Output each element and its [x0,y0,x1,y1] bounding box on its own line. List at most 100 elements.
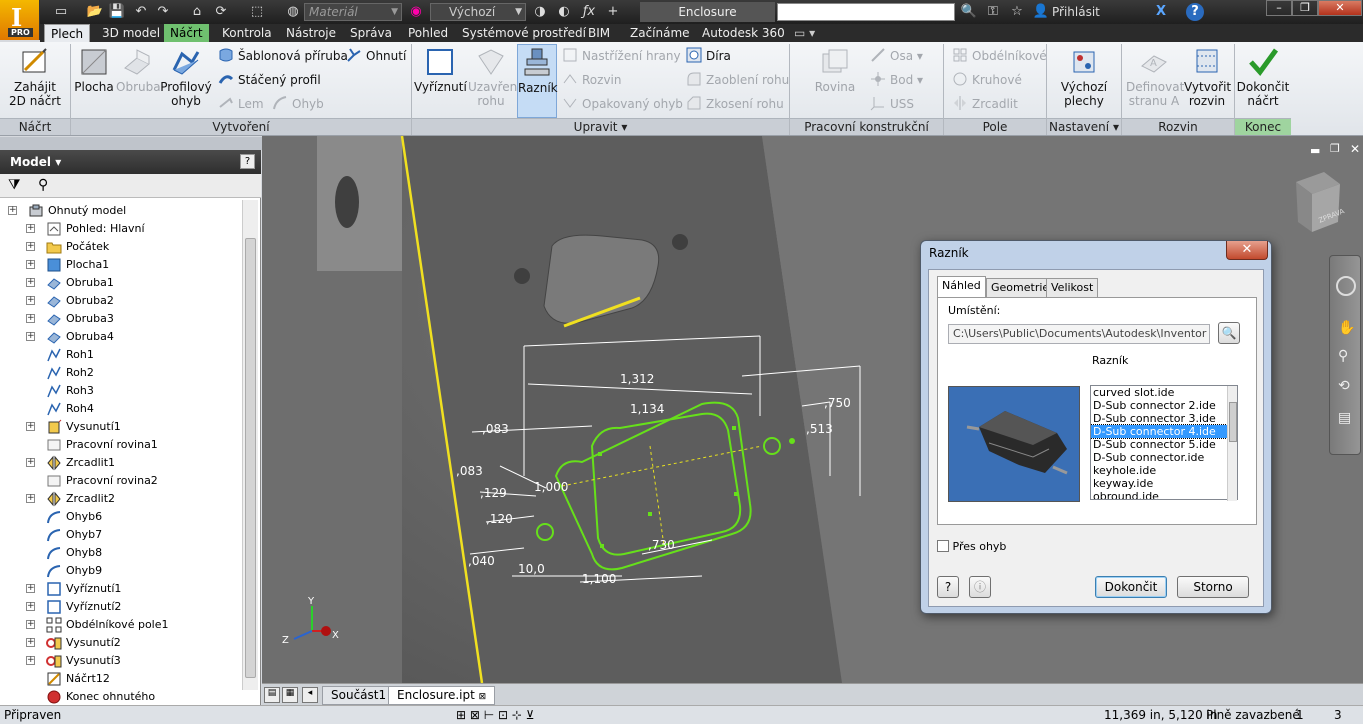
file-list-item[interactable]: keyhole.ide [1091,464,1237,477]
tree-item[interactable]: + Vyříznutí1 [0,580,240,598]
sheet-metal-defaults-button[interactable]: Výchozí plechy [1058,44,1110,116]
expand-icon[interactable]: + [26,458,35,467]
start-2d-sketch-button[interactable]: Zahájit 2D náčrt [6,44,64,116]
tab-sketch[interactable]: Náčrt [164,24,209,42]
tree-item[interactable]: Konec ohnutého [0,688,240,706]
search-icon[interactable]: 🔍 [960,3,978,21]
dimension-label[interactable]: ,750 [824,396,851,410]
tree-item[interactable]: + Ohnutý model [0,202,240,220]
expand-icon[interactable]: + [8,206,17,215]
plane-button[interactable]: Rovina [812,44,858,116]
point-button[interactable]: Bod ▾ [870,70,923,90]
favorite-icon[interactable]: ☆ [1008,3,1026,21]
grid-icon[interactable]: ▦ [282,687,298,703]
tree-item[interactable]: + Plocha1 [0,256,240,274]
contour-flange-button[interactable]: Profilový ohyb [160,44,212,116]
find-icon[interactable]: ⚲ [38,177,48,193]
corner-chamfer-button[interactable]: Zkosení rohu [686,94,784,114]
tile-icon[interactable]: ▤ [264,687,280,703]
cancel-button[interactable]: Storno [1177,576,1249,598]
corner-seam-button[interactable]: Uzavření rohu [468,44,521,116]
appearance-combo[interactable]: Výchozí ▼ [430,3,526,21]
dimension-label[interactable]: ,083 [482,422,509,436]
tree-item[interactable]: + Vysunutí2 [0,634,240,652]
tree-item[interactable]: Roh1 [0,346,240,364]
tree-item[interactable]: + Obruba4 [0,328,240,346]
face-button[interactable]: Plocha [74,44,114,116]
help-icon[interactable]: ? [240,154,255,169]
help-icon[interactable]: ? [1186,3,1204,21]
dimension-label[interactable]: 1,100 [582,572,616,586]
dialog-help-button[interactable]: ? [937,576,959,598]
flange-button[interactable]: Obruba [116,44,161,116]
expand-icon[interactable]: + [26,638,35,647]
dialog-info-button[interactable]: ⓘ [969,576,991,598]
tab-inspect[interactable]: Kontrola [216,24,278,42]
new-icon[interactable]: ▭ [52,3,70,21]
across-bend-row[interactable]: Přes ohyb [937,540,1006,553]
group-modify-title[interactable]: Upravit ▾ [412,118,789,135]
tree-item[interactable]: + Obdélníkové pole1 [0,616,240,634]
circular-pattern-button[interactable]: Kruhové [952,70,1022,90]
dimension-label[interactable]: ,730 [648,538,675,552]
location-field[interactable]: C:\Users\Public\Documents\Autodesk\Inven… [948,324,1210,344]
save-icon[interactable]: 💾 [108,3,126,21]
redo-icon[interactable]: ↷ [154,3,172,21]
tree-item[interactable]: Náčrt12 [0,670,240,688]
bend-button[interactable]: Ohyb [272,94,324,114]
app-logo[interactable]: I PRO [0,0,40,40]
expand-icon[interactable]: + [26,584,35,593]
tab-autodesk-360[interactable]: Autodesk 360 [696,24,791,42]
dimension-label[interactable]: ,083 [456,464,483,478]
tree-item[interactable]: + Pohled: Hlavní [0,220,240,238]
dimension-label[interactable]: 1,134 [630,402,664,416]
refold-button[interactable]: Opakovaný ohyb [562,94,683,114]
orbit-icon[interactable]: ⟲ [1338,378,1350,394]
tree-item[interactable]: + Vysunutí3 [0,652,240,670]
viewport-restore-icon[interactable]: ❐ [1330,142,1340,155]
file-list-item[interactable]: D-Sub connector.ide [1091,451,1237,464]
across-bend-checkbox[interactable] [937,540,949,552]
dimension-label[interactable]: ,129 [480,486,507,500]
restore-button[interactable]: ❐ [1292,0,1318,16]
expand-icon[interactable]: + [26,224,35,233]
dimension-label[interactable]: ,120 [486,512,513,526]
zoom-icon[interactable]: ⚲ [1338,348,1348,364]
filter-icon[interactable]: ⧩ [8,177,21,193]
tree-item[interactable]: + Obruba1 [0,274,240,292]
browse-button[interactable]: 🔍 [1218,322,1240,344]
appearance-adjust-icon[interactable]: ◑ [531,3,549,21]
expand-icon[interactable]: + [26,260,35,269]
axis-button[interactable]: Osa ▾ [870,46,923,66]
tab-preview[interactable]: Náhled [937,276,986,298]
tree-item[interactable]: + Zrcadlit2 [0,490,240,508]
tab-bim[interactable]: BIM [582,24,616,42]
expand-icon[interactable]: + [26,242,35,251]
tab-get-started[interactable]: Začínáme [624,24,696,42]
tree-item[interactable]: Ohyb7 [0,526,240,544]
look-at-icon[interactable]: ▤ [1338,410,1351,426]
clear-appearance-icon[interactable]: ◐ [555,3,573,21]
tree-item[interactable]: + Obruba2 [0,292,240,310]
file-list-item[interactable]: D-Sub connector 3.ide [1091,412,1237,425]
minimize-button[interactable]: – [1266,0,1292,16]
fold-button[interactable]: Ohnutí [346,46,406,66]
tab-3d-model[interactable]: 3D model [96,24,166,42]
subscription-icon[interactable]: ⚿ [984,3,1002,21]
dimension-label[interactable]: 1,000 [534,480,568,494]
ucs-button[interactable]: USS [870,94,914,114]
expand-icon[interactable]: + [26,296,35,305]
tab-environments[interactable]: Systémové prostředí [456,24,592,42]
tree-item[interactable]: + Vyříznutí2 [0,598,240,616]
doc-tab-enclosure[interactable]: Enclosure.ipt ⊠ [388,686,496,705]
mirror-button[interactable]: Zrcadlit [952,94,1018,114]
tree-item[interactable]: Ohyb9 [0,562,240,580]
viewport-close-icon[interactable]: ✕ [1350,142,1360,156]
tree-item[interactable]: + Počátek [0,238,240,256]
tree-item[interactable]: Pracovní rovina1 [0,436,240,454]
tree-item[interactable]: Ohyb6 [0,508,240,526]
punch-tool-button[interactable]: Razník [517,44,558,118]
expand-icon[interactable]: + [26,314,35,323]
dimension-label[interactable]: 1,312 [620,372,654,386]
file-list-item[interactable]: keyway.ide [1091,477,1237,490]
